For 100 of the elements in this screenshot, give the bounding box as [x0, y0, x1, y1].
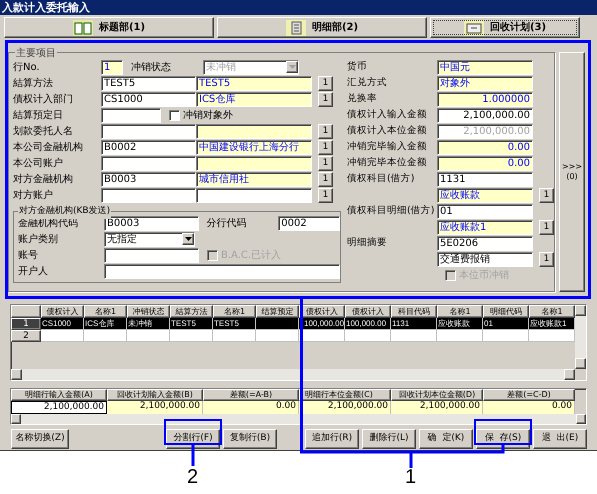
checkbox[interactable]	[169, 110, 180, 120]
input-field[interactable]: 应收账款	[437, 188, 533, 202]
horizontal-scrollbar[interactable]	[11, 414, 586, 424]
dropdown-field[interactable]: 无指定	[104, 232, 195, 246]
lookup-button[interactable]: 1	[318, 140, 333, 154]
lookup-button[interactable]: 1	[318, 172, 333, 186]
input-field[interactable]: 应收账款1	[437, 220, 533, 234]
input-field[interactable]	[104, 248, 199, 262]
column-header: 科目代码	[391, 305, 437, 318]
field-label: 开户人	[18, 264, 49, 278]
input-field[interactable]	[101, 156, 196, 170]
action-button[interactable]: 追加行(R)	[305, 429, 359, 449]
table-cell	[213, 330, 256, 342]
input-field[interactable]: TEST5	[101, 76, 196, 90]
horizontal-scrollbar[interactable]	[11, 369, 575, 380]
column-header: 明细行输入金额(A)	[11, 389, 107, 401]
input-field[interactable]	[101, 188, 196, 202]
tab[interactable]: 标题部(1)	[4, 17, 214, 38]
action-button[interactable]: 退 出(E)	[533, 429, 587, 449]
field-label: 冲销完毕输入金额	[347, 140, 428, 154]
input-field[interactable]: B0003	[101, 172, 196, 186]
table-cell	[127, 330, 170, 342]
table-cell: 应收账款1	[529, 318, 575, 330]
table-cell: 应收账款	[437, 318, 483, 330]
table-cell	[41, 330, 84, 342]
table-cell: ICS仓库	[84, 318, 127, 330]
lookup-button[interactable]: 1	[318, 156, 333, 170]
action-button[interactable]: 删除行(L)	[362, 429, 416, 449]
column-header: 名称1	[84, 305, 127, 318]
action-button[interactable]: 确 定(K)	[419, 429, 473, 449]
column-header: 回收计划输入金额(B)	[107, 389, 203, 401]
field-label: 明细摘要	[347, 236, 388, 250]
summary-value: 2,100,000.00	[391, 401, 483, 414]
input-field[interactable]: 1.000000	[437, 92, 533, 106]
action-button[interactable]: 复制行(B)	[223, 429, 277, 449]
lookup-button[interactable]: 1	[539, 252, 554, 266]
field-label: 債权计入输入金额	[347, 108, 428, 122]
document-icon	[286, 20, 306, 36]
lookup-button[interactable]: 1	[539, 220, 554, 234]
summary-value: 2,100,000.00	[299, 401, 391, 414]
action-button[interactable]: 名称切换(Z)	[11, 429, 69, 449]
field-label: 債权科目明细(借方)	[347, 204, 436, 218]
table-cell	[391, 330, 437, 342]
input-field[interactable]: 2,100,000.00	[437, 108, 533, 122]
input-field[interactable]: 01	[437, 204, 533, 218]
tab[interactable]: 明细部(2)	[217, 17, 427, 38]
input-field[interactable]: B0002	[101, 140, 196, 154]
input-field[interactable]: 0002	[278, 216, 340, 230]
input-field[interactable]: 1131	[437, 172, 533, 186]
input-field[interactable]	[101, 108, 161, 122]
input-field[interactable]	[104, 264, 340, 278]
input-field[interactable]: 5E0206	[437, 236, 533, 250]
input-field[interactable]	[101, 124, 196, 138]
checkbox-label: 冲销对象外	[183, 108, 233, 122]
column-header: 冲销状态	[127, 305, 170, 318]
input-field[interactable]: 城市信用社	[196, 172, 312, 186]
input-field[interactable]: 中国建设银行上海分行	[196, 140, 312, 154]
input-field[interactable]: 交通费报销	[437, 252, 533, 266]
input-field[interactable]: 1	[101, 60, 123, 74]
callout-number: 2	[187, 466, 198, 488]
table-cell	[84, 330, 127, 342]
column-header: 结算预定	[256, 305, 299, 318]
side-expand-button[interactable]: >>> (0)	[559, 52, 585, 292]
highlight-frame	[474, 419, 532, 445]
lookup-button[interactable]: 1	[318, 188, 333, 202]
lookup-button[interactable]: 1	[318, 124, 333, 138]
callout-line	[192, 445, 194, 466]
input-field[interactable]: 对象外	[437, 76, 533, 90]
lookup-button[interactable]: 1	[318, 92, 333, 106]
field-label: 对方金融机构	[13, 172, 74, 186]
input-field[interactable]: 0.00	[437, 156, 533, 170]
tab[interactable]: 回收计划(3)	[430, 17, 580, 38]
table-cell	[299, 330, 345, 342]
callout-number: 1	[405, 466, 416, 488]
table-cell: 100,000.00	[299, 318, 345, 330]
lookup-button[interactable]: 1	[318, 76, 333, 90]
input-field[interactable]: CS1000	[101, 92, 196, 106]
row-number[interactable]: 1	[11, 318, 41, 330]
input-field[interactable]: TEST5	[196, 76, 312, 90]
field-label: 冲销完毕本位金额	[347, 156, 428, 170]
field-label: 冲销状态	[131, 60, 172, 74]
table-cell	[529, 330, 575, 342]
table-cell	[170, 330, 213, 342]
table-cell: 1131	[391, 318, 437, 330]
input-field[interactable]: B0003	[104, 216, 199, 230]
input-field[interactable]	[196, 188, 312, 202]
lookup-button[interactable]: 1	[539, 188, 554, 202]
field-label: 行No.	[13, 60, 41, 74]
input-field[interactable]: ICS仓库	[196, 92, 312, 106]
input-field[interactable]	[196, 124, 312, 138]
field-label: 对方账户	[13, 188, 54, 202]
field-label: 兑换率	[347, 92, 378, 106]
column-header: 回收计划本位金额(D)	[391, 389, 483, 401]
field-label: 划款委托人名	[13, 124, 74, 138]
input-field[interactable]: 中国元	[437, 60, 533, 74]
vertical-scrollbar[interactable]	[575, 305, 586, 369]
row-number[interactable]: 2	[11, 330, 41, 342]
field-label: 本公司金融机构	[13, 140, 84, 154]
input-field[interactable]: 0.00	[437, 140, 533, 154]
input-field[interactable]	[196, 156, 312, 170]
